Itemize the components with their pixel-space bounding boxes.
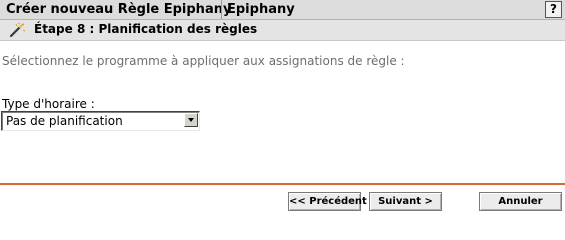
previous-button[interactable]: << Précédent [288, 192, 367, 211]
divider [0, 183, 565, 185]
wizard-title: Créer nouveau Règle Epiphany [6, 2, 232, 17]
help-button[interactable]: ? [545, 1, 562, 18]
next-button[interactable]: Suivant > [369, 192, 442, 211]
instruction-text: Sélectionnez le programme à appliquer au… [2, 54, 405, 68]
title-separator [221, 0, 222, 19]
step-title: Étape 8 : Planification des règles [34, 22, 258, 36]
schedule-type-value: Pas de planification [6, 114, 123, 128]
schedule-type-select[interactable]: Pas de planification [1, 111, 200, 131]
app-name: Epiphany [227, 2, 295, 17]
step-header: Étape 8 : Planification des règles [0, 20, 565, 41]
chevron-down-icon[interactable] [184, 113, 198, 127]
title-bar: Créer nouveau Règle Epiphany Epiphany ? [0, 0, 565, 20]
cancel-button[interactable]: Annuler [479, 192, 562, 211]
magic-wand-icon [8, 22, 26, 38]
schedule-type-label: Type d'horaire : [2, 97, 95, 111]
